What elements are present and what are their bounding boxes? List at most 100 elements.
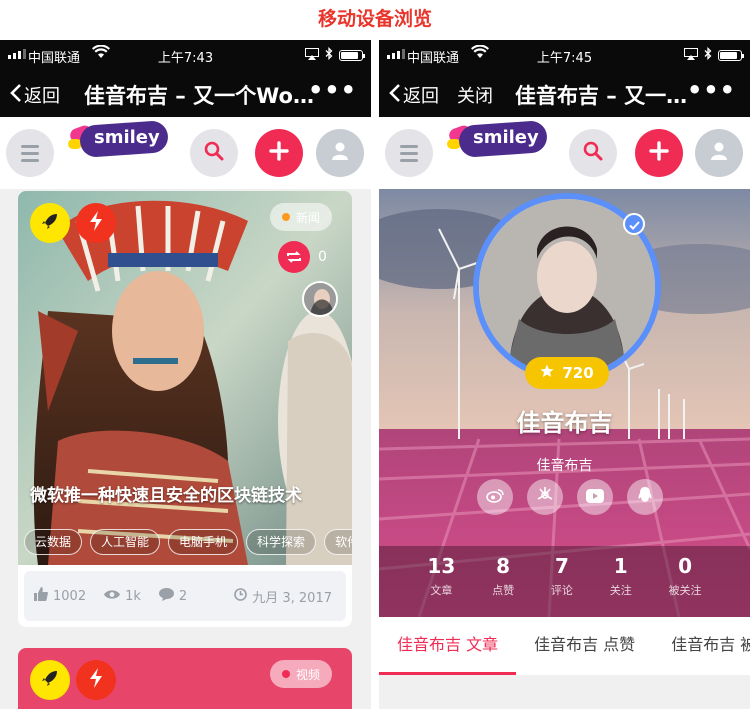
post-stats-bar: 1002 1k 2 九月 3, 2017 <box>24 571 346 621</box>
tag-item[interactable]: 云数据 <box>24 529 83 555</box>
tag-item[interactable]: 软件 <box>324 529 352 555</box>
category-pill[interactable]: 新闻 <box>270 203 333 231</box>
tag-item[interactable]: 电脑手机 <box>168 529 239 555</box>
back-button[interactable]: 返回 <box>10 82 60 108</box>
plus-icon <box>269 141 289 165</box>
tab-likes[interactable]: 佳音布吉 点赞 <box>516 617 653 675</box>
eye-icon <box>104 589 121 604</box>
social-links <box>477 479 663 515</box>
back-label: 返回 <box>403 86 439 107</box>
photos-button[interactable] <box>527 479 563 515</box>
smiley-logo[interactable]: smiley <box>445 119 549 159</box>
aperture-icon <box>536 486 554 508</box>
nav-bar: 返回 关闭 佳音布吉 – 又一… ••• <box>379 70 750 117</box>
chevron-left-icon <box>389 83 401 108</box>
tag-item[interactable]: 人工智能 <box>90 529 161 555</box>
flash-badge[interactable] <box>76 660 116 700</box>
search-button[interactable] <box>569 129 617 177</box>
plus-icon <box>649 141 669 165</box>
tab-articles[interactable]: 佳音布吉 文章 <box>379 617 517 675</box>
play-icon <box>586 488 604 507</box>
stat-articles[interactable]: 13 文章 <box>427 546 455 617</box>
more-options-button[interactable]: ••• <box>687 76 736 104</box>
view-stat: 1k <box>104 589 141 604</box>
post-date: 九月 3, 2017 <box>234 587 332 606</box>
add-post-button[interactable] <box>255 129 303 177</box>
nav-bar: 返回 佳音布吉 – 又一个Wor… ••• <box>0 70 371 117</box>
user-icon <box>710 141 728 165</box>
verified-badge <box>623 213 645 235</box>
logo-text: smiley <box>473 127 539 148</box>
category-label: 新闻 <box>296 210 321 225</box>
airplay-icon <box>305 47 319 64</box>
rocket-badge[interactable] <box>30 660 70 700</box>
status-bar: 中国联通 上午7:45 <box>379 40 750 70</box>
nav-title: 佳音布吉 – 又一… <box>515 84 688 108</box>
rocket-icon <box>41 669 59 691</box>
stat-label: 关注 <box>609 584 632 597</box>
weibo-button[interactable] <box>477 479 513 515</box>
profile-name: 佳音布吉 <box>516 409 613 437</box>
add-post-button[interactable] <box>635 129 683 177</box>
content-area <box>379 675 750 709</box>
post-card[interactable]: 视频 <box>18 648 352 709</box>
post-title[interactable]: 微软推一种快速且安全的区块链技术 <box>30 481 302 506</box>
profile-stats: 13 文章 8 点赞 7 评论 1 关注 0 被关注 <box>379 546 750 617</box>
stat-likes[interactable]: 8 点赞 <box>492 546 514 617</box>
menu-button[interactable] <box>6 129 54 177</box>
profile-cover: 720 佳音布吉 佳音布吉 13 文章 8 点赞 7 评论 1 关注 0 被关注 <box>379 189 750 617</box>
repost-button[interactable]: 0 <box>278 241 327 273</box>
stat-value: 7 <box>554 554 569 578</box>
thumbs-up-icon <box>34 587 48 605</box>
user-button[interactable] <box>316 129 364 177</box>
stat-value: 1 <box>613 554 628 578</box>
menu-button[interactable] <box>385 129 433 177</box>
status-bar: 中国联通 上午7:43 <box>0 40 371 70</box>
stat-comments[interactable]: 7 评论 <box>551 546 573 617</box>
more-options-button[interactable]: ••• <box>308 76 357 104</box>
tab-followers[interactable]: 佳音布吉 被 <box>653 617 750 675</box>
back-label: 返回 <box>24 86 60 107</box>
logo-text: smiley <box>94 127 160 148</box>
like-stat[interactable]: 1002 <box>34 587 86 605</box>
stat-followers[interactable]: 0 被关注 <box>669 546 702 617</box>
dot-icon <box>282 670 290 678</box>
chevron-left-icon <box>10 83 22 108</box>
nav-title: 佳音布吉 – 又一个Wor… <box>84 84 324 108</box>
search-icon <box>204 141 224 165</box>
tag-item[interactable]: 科学探索 <box>246 529 317 555</box>
back-button[interactable]: 返回 <box>389 82 439 108</box>
post-card[interactable]: 新闻 0 微软推一种快速且安全的区块链技术 云数据 人工智能 电脑手机 科学探索… <box>18 191 352 627</box>
battery-icon <box>339 50 365 61</box>
flash-badge[interactable] <box>76 203 116 243</box>
profile-tabs: 佳音布吉 文章 佳音布吉 点赞 佳音布吉 被 <box>379 617 750 675</box>
bluetooth-icon <box>325 46 333 64</box>
dot-icon <box>282 213 290 221</box>
rocket-badge[interactable] <box>30 203 70 243</box>
qq-button[interactable] <box>627 479 663 515</box>
repost-count: 0 <box>318 249 327 265</box>
score-value: 720 <box>562 364 594 382</box>
video-button[interactable] <box>577 479 613 515</box>
profile-subname: 佳音布吉 <box>536 458 593 474</box>
category-label: 视频 <box>296 667 321 682</box>
lightning-icon <box>89 211 103 235</box>
view-count: 1k <box>125 588 141 604</box>
phone-left: 中国联通 上午7:43 返回 佳音布吉 – 又一个Wor… ••• smiley <box>0 40 371 709</box>
user-button[interactable] <box>695 129 743 177</box>
stat-label: 被关注 <box>668 584 702 597</box>
check-icon <box>628 215 640 234</box>
comment-stat[interactable]: 2 <box>158 587 187 605</box>
app-header: smiley <box>379 117 750 189</box>
author-avatar[interactable] <box>302 281 338 317</box>
category-pill[interactable]: 视频 <box>270 660 333 688</box>
date-label: 九月 3, 2017 <box>252 590 332 606</box>
bluetooth-icon <box>704 46 712 64</box>
weibo-icon <box>486 488 504 507</box>
tag-list: 云数据 人工智能 电脑手机 科学探索 软件 <box>24 529 352 555</box>
smiley-logo[interactable]: smiley <box>66 119 170 159</box>
stat-following[interactable]: 1 关注 <box>610 546 632 617</box>
search-button[interactable] <box>190 129 238 177</box>
close-button[interactable]: 关闭 <box>457 82 493 108</box>
stat-value: 13 <box>427 554 456 578</box>
